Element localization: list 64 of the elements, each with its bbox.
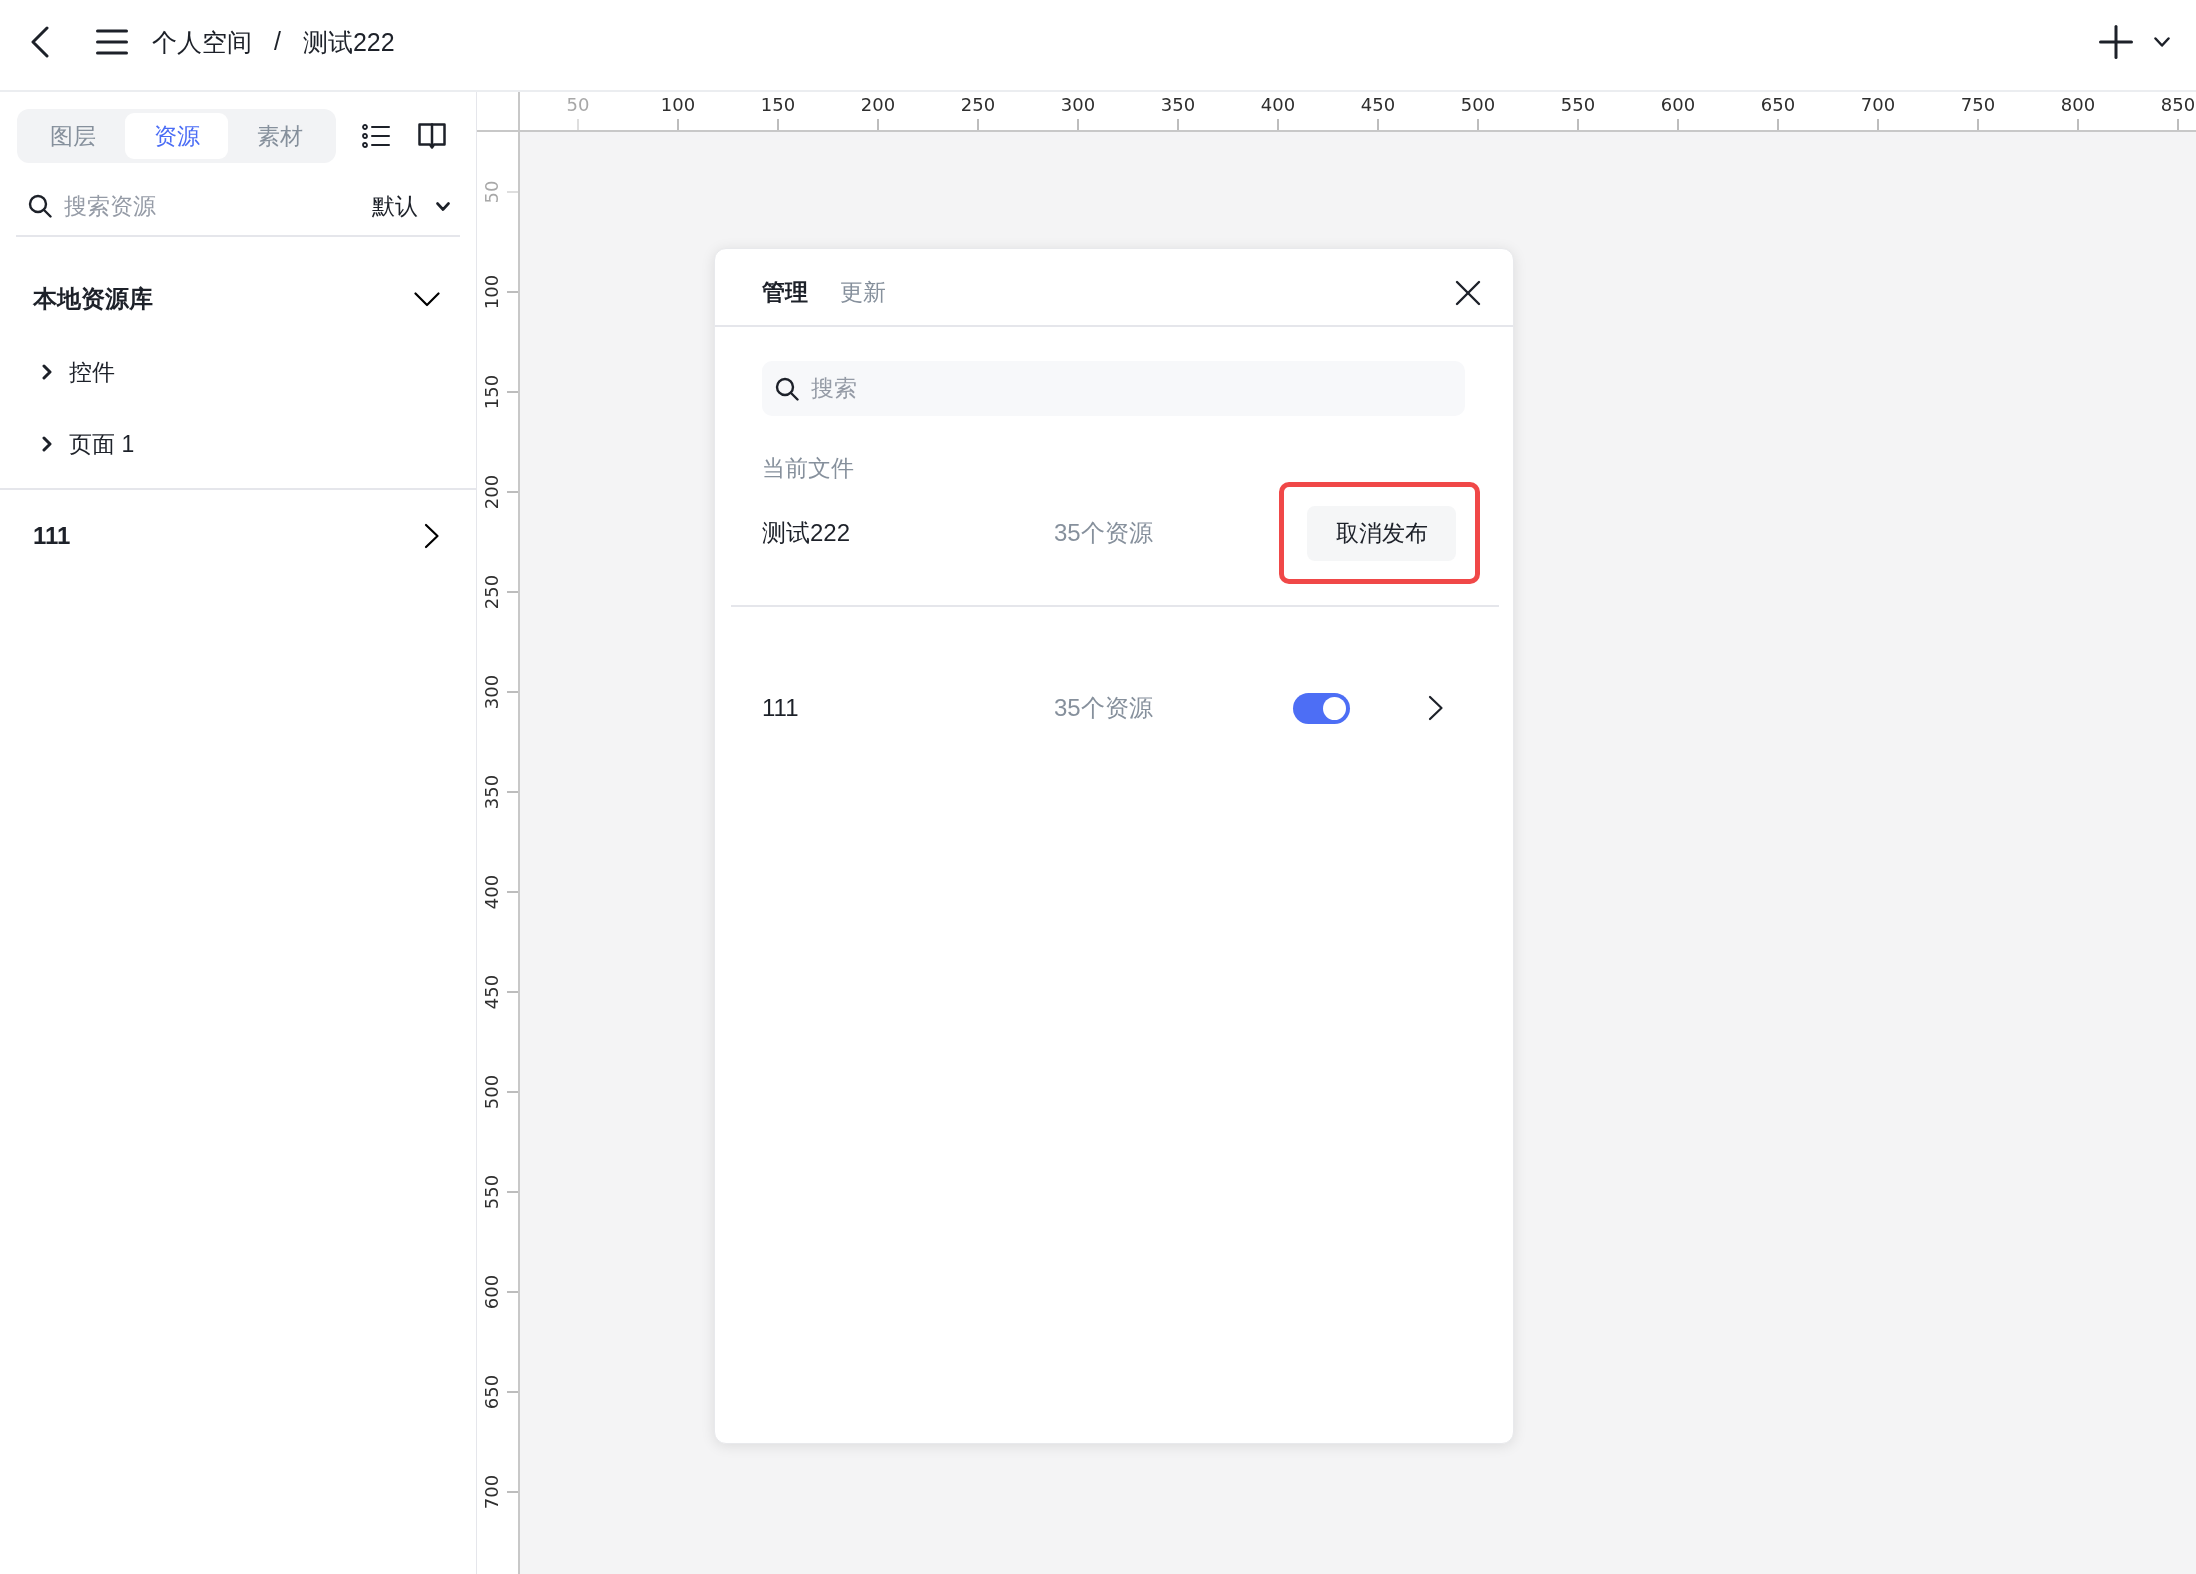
ruler-label: 550	[1560, 94, 1596, 116]
plus-icon[interactable]	[2099, 25, 2133, 59]
ruler-label: 300	[481, 674, 503, 710]
close-icon[interactable]	[1455, 280, 1481, 306]
ruler-label: 50	[481, 180, 503, 204]
ruler-label: 600	[481, 1274, 503, 1310]
search-icon	[775, 376, 799, 401]
list-icon[interactable]	[362, 124, 390, 148]
ruler-label: 450	[1360, 94, 1396, 116]
ruler-label: 100	[660, 94, 696, 116]
section-heading: 当前文件	[762, 454, 855, 482]
caret-icon[interactable]	[2154, 37, 2170, 47]
ruler-label: 400	[481, 874, 503, 910]
ruler-label: 550	[481, 1174, 503, 1210]
breadcrumb-link[interactable]: 个人空间	[152, 27, 252, 57]
tree-item[interactable]: 控件	[42, 354, 115, 390]
ruler-label: 250	[481, 574, 503, 610]
ruler-tick	[507, 191, 518, 193]
search-icon	[28, 194, 52, 218]
file-name: 测试222	[762, 519, 851, 546]
ruler-label: 150	[481, 374, 503, 410]
sort-dropdown[interactable]: 默认	[372, 188, 450, 224]
ruler-label: 350	[481, 774, 503, 810]
search-input[interactable]: 搜索	[811, 371, 1465, 406]
ruler-label: 750	[1960, 94, 1996, 116]
tree-item[interactable]: 页面 1	[42, 426, 135, 462]
resource-count: 35个资源	[1054, 519, 1153, 546]
ruler-label: 800	[2060, 94, 2096, 116]
dialog-tab[interactable]: 管理	[762, 279, 808, 307]
toggle-switch[interactable]	[1293, 692, 1350, 724]
ruler-label: 500	[1460, 94, 1496, 116]
ruler-label: 500	[481, 1074, 503, 1110]
unpublish-button[interactable]: 取消发布	[1307, 506, 1456, 561]
sidebar-tab[interactable]: 资源	[124, 113, 229, 159]
ruler-label: 650	[1760, 94, 1796, 116]
ruler-label: 650	[481, 1374, 503, 1410]
search-input[interactable]: 搜索资源	[64, 188, 372, 224]
ruler-label: 100	[481, 274, 503, 310]
ruler-label: 50	[566, 94, 590, 116]
ruler-label: 250	[960, 94, 996, 116]
ruler-label: 350	[1160, 94, 1196, 116]
breadcrumb-link[interactable]: 测试222	[302, 27, 395, 57]
ruler-label: 700	[1860, 94, 1896, 116]
menu-icon[interactable]	[96, 29, 128, 55]
ruler-label: 200	[860, 94, 896, 116]
ruler-label: 400	[1260, 94, 1296, 116]
book-icon[interactable]	[418, 122, 446, 150]
ruler-label: 150	[760, 94, 796, 116]
ruler-label: 200	[481, 474, 503, 510]
ruler-label: 450	[481, 974, 503, 1010]
chevron-right-icon[interactable]	[1428, 695, 1444, 721]
ruler-label: 850	[2160, 94, 2196, 116]
resource-count: 35个资源	[1054, 694, 1153, 721]
ruler-label: 600	[1660, 94, 1696, 116]
breadcrumb-separator: /	[274, 26, 281, 58]
library-header[interactable]: 111	[0, 506, 476, 566]
back-icon[interactable]	[30, 26, 50, 58]
library-header[interactable]: 本地资源库	[0, 269, 476, 329]
caret-icon	[436, 201, 450, 211]
ruler-tick	[577, 119, 579, 130]
ruler-label: 300	[1060, 94, 1096, 116]
search-field[interactable]: 搜索	[762, 361, 1465, 416]
library-name: 111	[762, 694, 799, 721]
ruler-label: 700	[481, 1474, 503, 1510]
